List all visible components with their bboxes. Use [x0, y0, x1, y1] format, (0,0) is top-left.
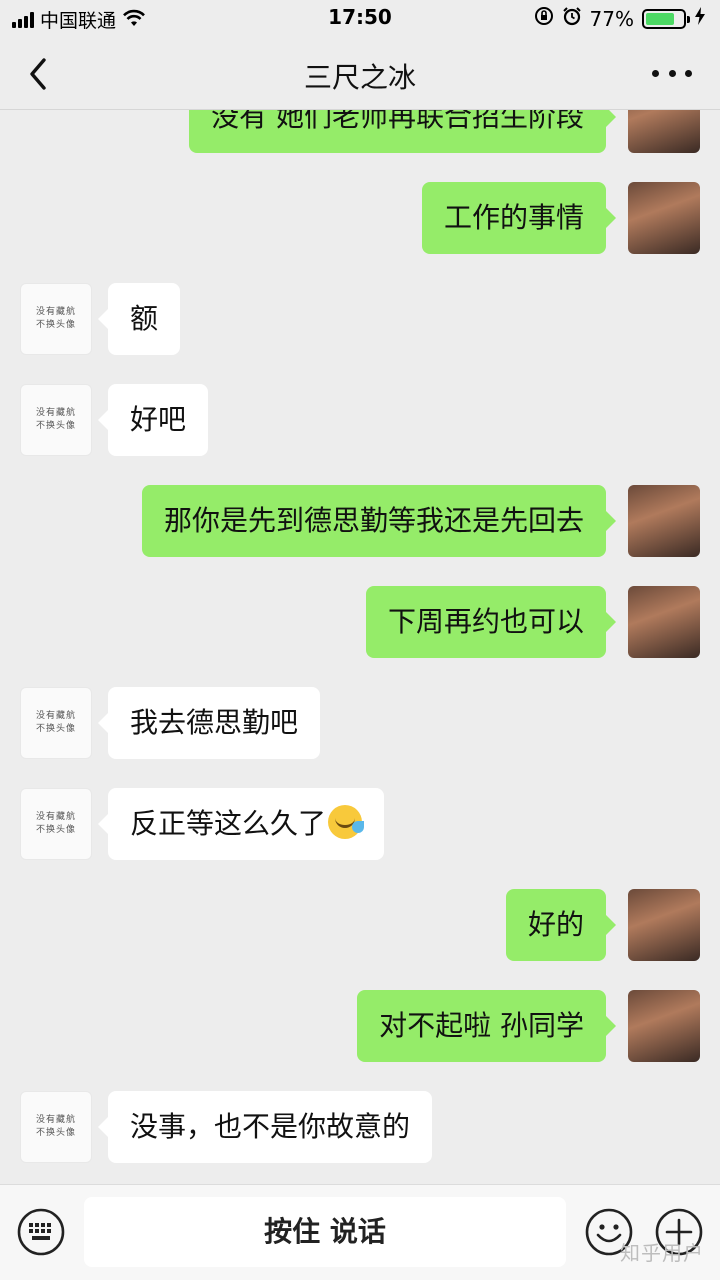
my-avatar[interactable] — [628, 485, 700, 557]
message-bubble[interactable]: 好的 — [505, 889, 617, 961]
contact-avatar[interactable]: 没有藏航 不换头像 — [20, 384, 92, 456]
message-incoming: 没有藏航 不换头像 反正等这么久了 — [0, 788, 720, 860]
avatar-caption: 不换头像 — [35, 1128, 76, 1138]
avatar-caption: 不换头像 — [35, 320, 76, 330]
my-avatar[interactable] — [628, 990, 700, 1062]
message-outgoing: 对不起啦 孙同学 — [0, 990, 720, 1062]
message-incoming: 没有藏航 不换头像 没事，也不是你故意的 — [0, 1091, 720, 1163]
message-outgoing: 好的 — [0, 889, 720, 961]
message-bubble[interactable]: 下周再约也可以 — [365, 586, 617, 658]
contact-avatar[interactable]: 没有藏航 不换头像 — [20, 1091, 92, 1163]
my-avatar[interactable] — [628, 586, 700, 658]
charging-icon — [694, 6, 706, 31]
message-bubble[interactable]: 我去德思勤吧 — [97, 687, 321, 759]
avatar-caption: 没有藏航 — [35, 408, 76, 418]
avatar-caption: 不换头像 — [35, 724, 76, 734]
contact-avatar[interactable]: 没有藏航 不换头像 — [20, 283, 92, 355]
watermark: 知乎用户 — [620, 1241, 704, 1265]
chat-title: 三尺之冰 — [303, 61, 416, 94]
message-bubble[interactable]: 那你是先到德思勤等我还是先回去 — [141, 485, 617, 557]
message-text: 好的 — [527, 908, 584, 941]
my-avatar[interactable] — [628, 110, 700, 153]
message-text: 对不起啦 孙同学 — [379, 1009, 584, 1042]
message-bubble[interactable]: 好吧 — [97, 384, 209, 456]
message-bubble[interactable]: 没有 她们老师再联合招生阶段 — [189, 110, 616, 153]
contact-avatar[interactable]: 没有藏航 不换头像 — [20, 687, 92, 759]
avatar-caption: 没有藏航 — [35, 307, 76, 317]
message-outgoing: 工作的事情 — [0, 182, 720, 254]
avatar-caption: 没有藏航 — [35, 711, 76, 721]
alarm-icon — [562, 6, 582, 31]
message-text: 下周再约也可以 — [387, 605, 584, 638]
message-text: 那你是先到德思勤等我还是先回去 — [163, 504, 584, 537]
wifi-icon — [122, 8, 146, 32]
message-text: 工作的事情 — [443, 201, 584, 234]
message-outgoing: 下周再约也可以 — [0, 586, 720, 658]
back-button[interactable] — [22, 54, 58, 94]
message-text: 反正等这么久了 — [130, 807, 327, 840]
orientation-lock-icon — [534, 6, 554, 31]
carrier-name: 中国联通 — [40, 10, 117, 32]
back-chevron-icon — [30, 58, 46, 90]
message-bubble[interactable]: 工作的事情 — [421, 182, 617, 254]
contact-avatar[interactable]: 没有藏航 不换头像 — [20, 788, 92, 860]
navigation-bar: 三尺之冰 — [0, 36, 720, 110]
battery-percent: 77% — [589, 6, 634, 31]
avatar-caption: 没有藏航 — [35, 812, 76, 822]
chat-message-list[interactable]: 没有 她们老师再联合招生阶段 工作的事情 没有藏航 不换头像 额 没有藏航 不换… — [0, 110, 720, 1184]
my-avatar[interactable] — [628, 889, 700, 961]
input-bar: 按住 说话 知乎用户 — [0, 1184, 720, 1280]
message-incoming: 没有藏航 不换头像 我去德思勤吧 — [0, 687, 720, 759]
message-text: 没事，也不是你故意的 — [130, 1110, 411, 1143]
avatar-caption: 不换头像 — [35, 825, 76, 835]
message-outgoing: 那你是先到德思勤等我还是先回去 — [0, 485, 720, 557]
signal-icon — [12, 11, 34, 28]
message-incoming: 没有藏航 不换头像 额 — [0, 283, 720, 355]
keyboard-toggle-button[interactable] — [16, 1207, 66, 1257]
my-avatar[interactable] — [628, 182, 700, 254]
message-text: 我去德思勤吧 — [130, 706, 299, 739]
avatar-caption: 没有藏航 — [35, 1115, 76, 1125]
battery-icon — [642, 8, 690, 29]
message-bubble[interactable]: 对不起啦 孙同学 — [357, 990, 616, 1062]
keyboard-icon — [17, 1208, 65, 1256]
status-bar: 中国联通 17:50 77% — [0, 0, 720, 36]
crying-laughing-emoji-icon — [328, 805, 365, 839]
more-options-button[interactable] — [652, 60, 692, 86]
message-text: 好吧 — [130, 403, 187, 436]
message-text: 额 — [130, 302, 159, 335]
message-bubble[interactable]: 额 — [97, 283, 181, 355]
hold-to-talk-button[interactable]: 按住 说话 — [84, 1197, 566, 1267]
message-text: 没有 她们老师再联合招生阶段 — [211, 110, 584, 133]
message-bubble[interactable]: 反正等这么久了 — [97, 788, 385, 860]
avatar-caption: 不换头像 — [35, 421, 76, 431]
message-bubble[interactable]: 没事，也不是你故意的 — [97, 1091, 433, 1163]
message-incoming: 没有藏航 不换头像 好吧 — [0, 384, 720, 456]
message-outgoing: 没有 她们老师再联合招生阶段 — [0, 110, 720, 153]
